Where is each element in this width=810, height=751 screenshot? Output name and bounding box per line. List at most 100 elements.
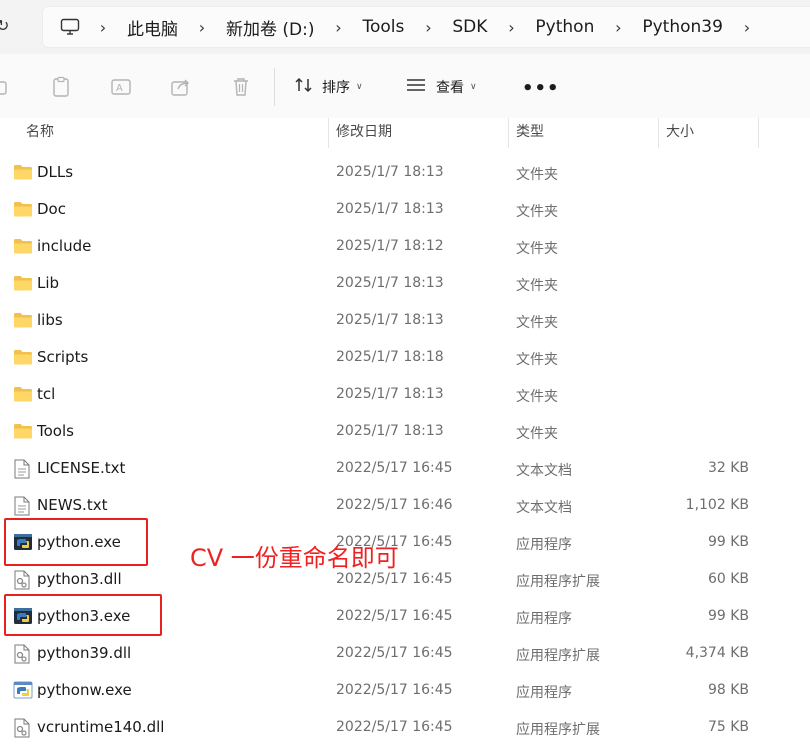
file-name: Scripts: [37, 348, 89, 366]
folder-icon: [13, 348, 33, 368]
file-row[interactable]: DLLs 2025/1/7 18:13 文件夹: [0, 154, 810, 191]
file-type: 应用程序扩展: [516, 722, 600, 738]
file-type: 文本文档: [516, 500, 572, 516]
file-modified-date: 2025/1/7 18:13: [336, 386, 444, 402]
folder-icon: [13, 385, 33, 405]
breadcrumb-python[interactable]: Python: [533, 17, 596, 37]
breadcrumb-python39[interactable]: Python39: [640, 17, 725, 37]
file-type: 文件夹: [516, 389, 558, 405]
breadcrumb-drive-d[interactable]: 新加卷 (D:): [224, 15, 317, 40]
computer-icon[interactable]: [59, 16, 81, 38]
file-type: 文件夹: [516, 204, 558, 220]
file-modified-date: 2025/1/7 18:13: [336, 275, 444, 291]
column-header-type[interactable]: 类型: [516, 118, 544, 148]
address-bar[interactable]: › 此电脑 › 新加卷 (D:) › Tools › SDK › Python …: [42, 6, 810, 48]
column-divider[interactable]: [758, 118, 759, 148]
file-type: 文件夹: [516, 315, 558, 331]
file-row[interactable]: tcl 2025/1/7 18:13 文件夹: [0, 376, 810, 413]
file-row[interactable]: include 2025/1/7 18:12 文件夹: [0, 228, 810, 265]
file-modified-date: 2025/1/7 18:12: [336, 238, 444, 254]
chevron-right-icon[interactable]: ›: [317, 18, 361, 37]
file-modified-date: 2025/1/7 18:18: [336, 349, 444, 365]
dll-file-icon: [13, 644, 33, 664]
column-divider[interactable]: [658, 118, 659, 148]
file-modified-date: 2022/5/17 16:45: [336, 460, 453, 476]
view-label: 查看: [436, 80, 464, 96]
folder-icon: [13, 237, 33, 257]
file-size: 60 KB: [707, 571, 749, 587]
file-type: 文件夹: [516, 352, 558, 368]
breadcrumb-tools[interactable]: Tools: [361, 17, 407, 37]
file-row[interactable]: Tools 2025/1/7 18:13 文件夹: [0, 413, 810, 450]
file-name: Tools: [37, 422, 74, 440]
chevron-right-icon[interactable]: ›: [180, 18, 224, 37]
folder-icon: [13, 200, 33, 220]
file-type: 文件夹: [516, 426, 558, 442]
file-type: 应用程序: [516, 537, 572, 553]
file-name: libs: [37, 311, 63, 329]
column-header-size[interactable]: 大小: [666, 118, 694, 148]
cut-icon[interactable]: [0, 76, 14, 98]
column-header: 名称 修改日期 类型 大小: [0, 118, 810, 148]
chevron-right-icon[interactable]: ›: [81, 18, 125, 37]
share-icon[interactable]: [170, 76, 192, 98]
file-modified-date: 2022/5/17 16:45: [336, 571, 453, 587]
delete-icon[interactable]: [230, 76, 252, 98]
breadcrumb-sdk[interactable]: SDK: [450, 17, 489, 37]
file-type: 文件夹: [516, 167, 558, 183]
column-header-name[interactable]: 名称: [26, 118, 54, 148]
column-header-modified[interactable]: 修改日期: [336, 118, 392, 148]
address-bar-area: ↻ › 此电脑 › 新加卷 (D:) › Tools › SDK › Pytho…: [0, 0, 810, 54]
file-name: python39.dll: [37, 644, 132, 662]
dll-file-icon: [13, 570, 33, 590]
file-modified-date: 2022/5/17 16:45: [336, 608, 453, 624]
file-type: 文件夹: [516, 241, 558, 257]
chevron-down-icon: ∨: [470, 82, 477, 92]
refresh-icon[interactable]: ↻: [0, 16, 9, 35]
file-row[interactable]: python3.dll 2022/5/17 16:45 应用程序扩展 60 KB: [0, 561, 810, 598]
breadcrumb-this-pc[interactable]: 此电脑: [125, 15, 180, 40]
chevron-down-icon: ∨: [356, 82, 363, 92]
annotation-text: CV 一份重命名即可: [190, 544, 399, 572]
file-name: include: [37, 237, 92, 255]
file-modified-date: 2025/1/7 18:13: [336, 201, 444, 217]
paste-icon[interactable]: [50, 76, 72, 98]
file-row[interactable]: Scripts 2025/1/7 18:18 文件夹: [0, 339, 810, 376]
rename-icon[interactable]: A: [110, 76, 132, 98]
more-options-button[interactable]: •••: [522, 78, 560, 99]
file-modified-date: 2022/5/17 16:45: [336, 645, 453, 661]
breadcrumb: › 此电脑 › 新加卷 (D:) › Tools › SDK › Python …: [43, 7, 769, 47]
highlight-box-python3-exe: [4, 594, 162, 636]
sort-button[interactable]: 排序 ∨: [294, 76, 363, 98]
file-size: 99 KB: [707, 534, 749, 550]
column-divider[interactable]: [328, 118, 329, 148]
file-type: 应用程序扩展: [516, 574, 600, 590]
file-row[interactable]: LICENSE.txt 2022/5/17 16:45 文本文档 32 KB: [0, 450, 810, 487]
file-name: pythonw.exe: [37, 681, 132, 699]
view-icon: [406, 77, 426, 97]
chevron-right-icon[interactable]: ›: [406, 18, 450, 37]
file-type: 应用程序: [516, 685, 572, 701]
column-divider[interactable]: [508, 118, 509, 148]
chevron-right-icon[interactable]: ›: [725, 18, 769, 37]
file-row[interactable]: Doc 2025/1/7 18:13 文件夹: [0, 191, 810, 228]
text-file-icon: [13, 496, 33, 516]
file-type: 应用程序扩展: [516, 648, 600, 664]
file-name: Lib: [37, 274, 60, 292]
svg-text:A: A: [116, 83, 123, 94]
chevron-right-icon[interactable]: ›: [596, 18, 640, 37]
file-type: 文件夹: [516, 278, 558, 294]
file-row[interactable]: vcruntime140.dll 2022/5/17 16:45 应用程序扩展 75 …: [0, 709, 810, 746]
pythonw-exe-icon: [13, 681, 33, 701]
file-size: 4,374 KB: [685, 645, 749, 661]
view-button[interactable]: 查看 ∨: [406, 76, 477, 98]
file-type: 文本文档: [516, 463, 572, 479]
file-size: 98 KB: [707, 682, 749, 698]
file-row[interactable]: Lib 2025/1/7 18:13 文件夹: [0, 265, 810, 302]
file-name: tcl: [37, 385, 56, 403]
file-row[interactable]: pythonw.exe 2022/5/17 16:45 应用程序 98 KB: [0, 672, 810, 709]
chevron-right-icon[interactable]: ›: [489, 18, 533, 37]
file-row[interactable]: libs 2025/1/7 18:13 文件夹: [0, 302, 810, 339]
file-row[interactable]: python39.dll 2022/5/17 16:45 应用程序扩展 4,374 K…: [0, 635, 810, 672]
command-bar: A 排序 ∨ 查看 ∨ •••: [0, 54, 810, 119]
